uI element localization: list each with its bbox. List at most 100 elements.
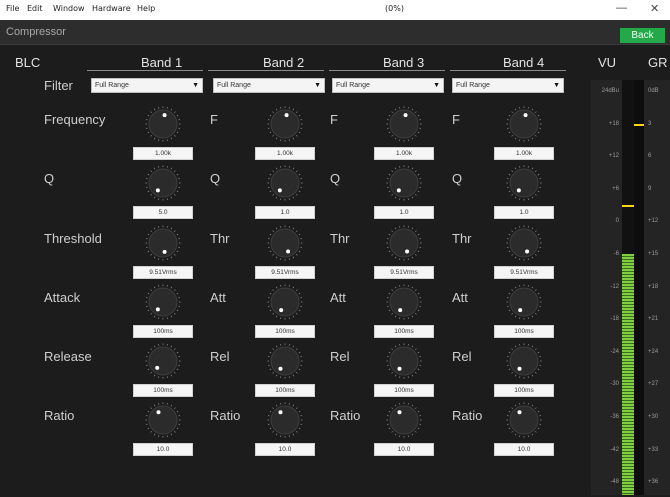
value-box[interactable]: 9.51Vrms (255, 266, 315, 279)
filter-value: Full Range (217, 82, 251, 89)
knob-5-band-3[interactable] (386, 402, 422, 438)
param-short-label: Rel (330, 349, 350, 364)
window-title: (0%) (385, 4, 404, 13)
knob-pointer (516, 188, 521, 193)
value-box[interactable]: 100ms (133, 384, 193, 397)
menu-help[interactable]: Help (137, 4, 155, 13)
value-box[interactable]: 100ms (374, 384, 434, 397)
gr-scale-label: +24 (648, 348, 659, 355)
param-label-0: Frequency (44, 112, 106, 127)
filter-select-band-2[interactable]: Full Range ▼ (213, 78, 325, 93)
gr-scale-label: +15 (648, 251, 659, 257)
band-4-divider (450, 70, 566, 71)
knob-3-band-4[interactable] (506, 284, 542, 320)
knob-5-band-4[interactable] (506, 402, 542, 438)
menu-bar: File Edit Window Hardware Help (0%) — ✕ (0, 0, 670, 21)
knob-3-band-2[interactable] (267, 284, 303, 320)
gr-marker (634, 123, 644, 126)
knob-1-band-3[interactable] (386, 165, 422, 201)
param-short-label: Ratio (452, 408, 483, 423)
value-box[interactable]: 1.0 (255, 206, 315, 219)
value-box[interactable]: 100ms (494, 384, 554, 397)
value-box[interactable]: 10.0 (494, 443, 554, 456)
filter-select-band-1[interactable]: Full Range ▼ (91, 78, 203, 93)
knob-0-band-3[interactable] (386, 106, 422, 142)
vu-scale-label: -6 (613, 251, 619, 257)
param-short-label: Thr (452, 231, 472, 246)
knob-pointer (397, 366, 402, 371)
value-box[interactable]: 1.00k (255, 147, 315, 160)
knob-0-band-2[interactable] (267, 106, 303, 142)
gr-scale-label: 6 (648, 153, 652, 160)
chevron-down-icon: ▼ (553, 82, 560, 89)
value-box[interactable]: 1.00k (494, 147, 554, 160)
filter-select-band-4[interactable]: Full Range ▼ (452, 78, 564, 93)
knob-pointer (162, 113, 167, 118)
vu-scale-label: -24 (610, 348, 619, 355)
filter-value: Full Range (456, 82, 490, 89)
close-button[interactable]: ✕ (650, 2, 659, 15)
gr-title: GR (648, 55, 668, 70)
vu-scale-label: -36 (610, 414, 619, 420)
knob-1-band-1[interactable] (145, 165, 181, 201)
band-1-divider (87, 70, 203, 71)
value-box[interactable]: 100ms (255, 325, 315, 338)
chevron-down-icon: ▼ (192, 82, 199, 89)
minimize-button[interactable]: — (616, 2, 627, 14)
knob-1-band-4[interactable] (506, 165, 542, 201)
knob-pointer (155, 307, 160, 312)
value-box[interactable]: 9.51Vrms (133, 266, 193, 279)
param-label-2: Threshold (44, 231, 102, 246)
value-box[interactable]: 10.0 (374, 443, 434, 456)
knob-5-band-2[interactable] (267, 402, 303, 438)
knob-pointer (518, 308, 523, 313)
value-box[interactable]: 9.51Vrms (494, 266, 554, 279)
knob-pointer (517, 366, 522, 371)
back-button[interactable]: Back (620, 28, 665, 43)
value-box[interactable]: 1.0 (494, 206, 554, 219)
menu-file[interactable]: File (6, 4, 19, 13)
gr-scale-label: +18 (648, 283, 659, 290)
knob-4-band-2[interactable] (267, 343, 303, 379)
value-box[interactable]: 100ms (494, 325, 554, 338)
knob-4-band-1[interactable] (145, 343, 181, 379)
knob-2-band-4[interactable] (506, 225, 542, 261)
knob-5-band-1[interactable] (145, 402, 181, 438)
value-box[interactable]: 1.00k (133, 147, 193, 160)
knob-pointer (155, 365, 160, 370)
filter-select-band-3[interactable]: Full Range ▼ (332, 78, 444, 93)
knob-0-band-1[interactable] (145, 106, 181, 142)
knob-3-band-1[interactable] (145, 284, 181, 320)
gr-scale-label: +27 (648, 381, 659, 388)
knob-2-band-1[interactable] (145, 225, 181, 261)
param-short-label: Att (330, 290, 346, 305)
vu-scale-label: -30 (610, 381, 619, 388)
param-short-label: F (452, 112, 460, 127)
filter-label: Filter (44, 78, 73, 93)
menu-window[interactable]: Window (53, 4, 85, 13)
vu-scale-label: -48 (610, 479, 619, 486)
value-box[interactable]: 5.0 (133, 206, 193, 219)
knob-4-band-4[interactable] (506, 343, 542, 379)
gr-scale-label: +30 (648, 414, 659, 420)
value-box[interactable]: 1.00k (374, 147, 434, 160)
knob-2-band-3[interactable] (386, 225, 422, 261)
knob-1-band-2[interactable] (267, 165, 303, 201)
menu-hardware[interactable]: Hardware (92, 4, 131, 13)
vu-title: VU (598, 55, 617, 70)
value-box[interactable]: 10.0 (133, 443, 193, 456)
value-box[interactable]: 100ms (374, 325, 434, 338)
knob-4-band-3[interactable] (386, 343, 422, 379)
value-box[interactable]: 10.0 (255, 443, 315, 456)
param-short-label: Q (330, 171, 341, 186)
menu-edit[interactable]: Edit (27, 4, 43, 13)
value-box[interactable]: 9.51Vrms (374, 266, 434, 279)
value-box[interactable]: 100ms (133, 325, 193, 338)
param-short-label: Rel (210, 349, 230, 364)
value-box[interactable]: 1.0 (374, 206, 434, 219)
knob-2-band-2[interactable] (267, 225, 303, 261)
value-box[interactable]: 100ms (255, 384, 315, 397)
vu-meter-level (622, 254, 634, 495)
knob-0-band-4[interactable] (506, 106, 542, 142)
knob-3-band-3[interactable] (386, 284, 422, 320)
